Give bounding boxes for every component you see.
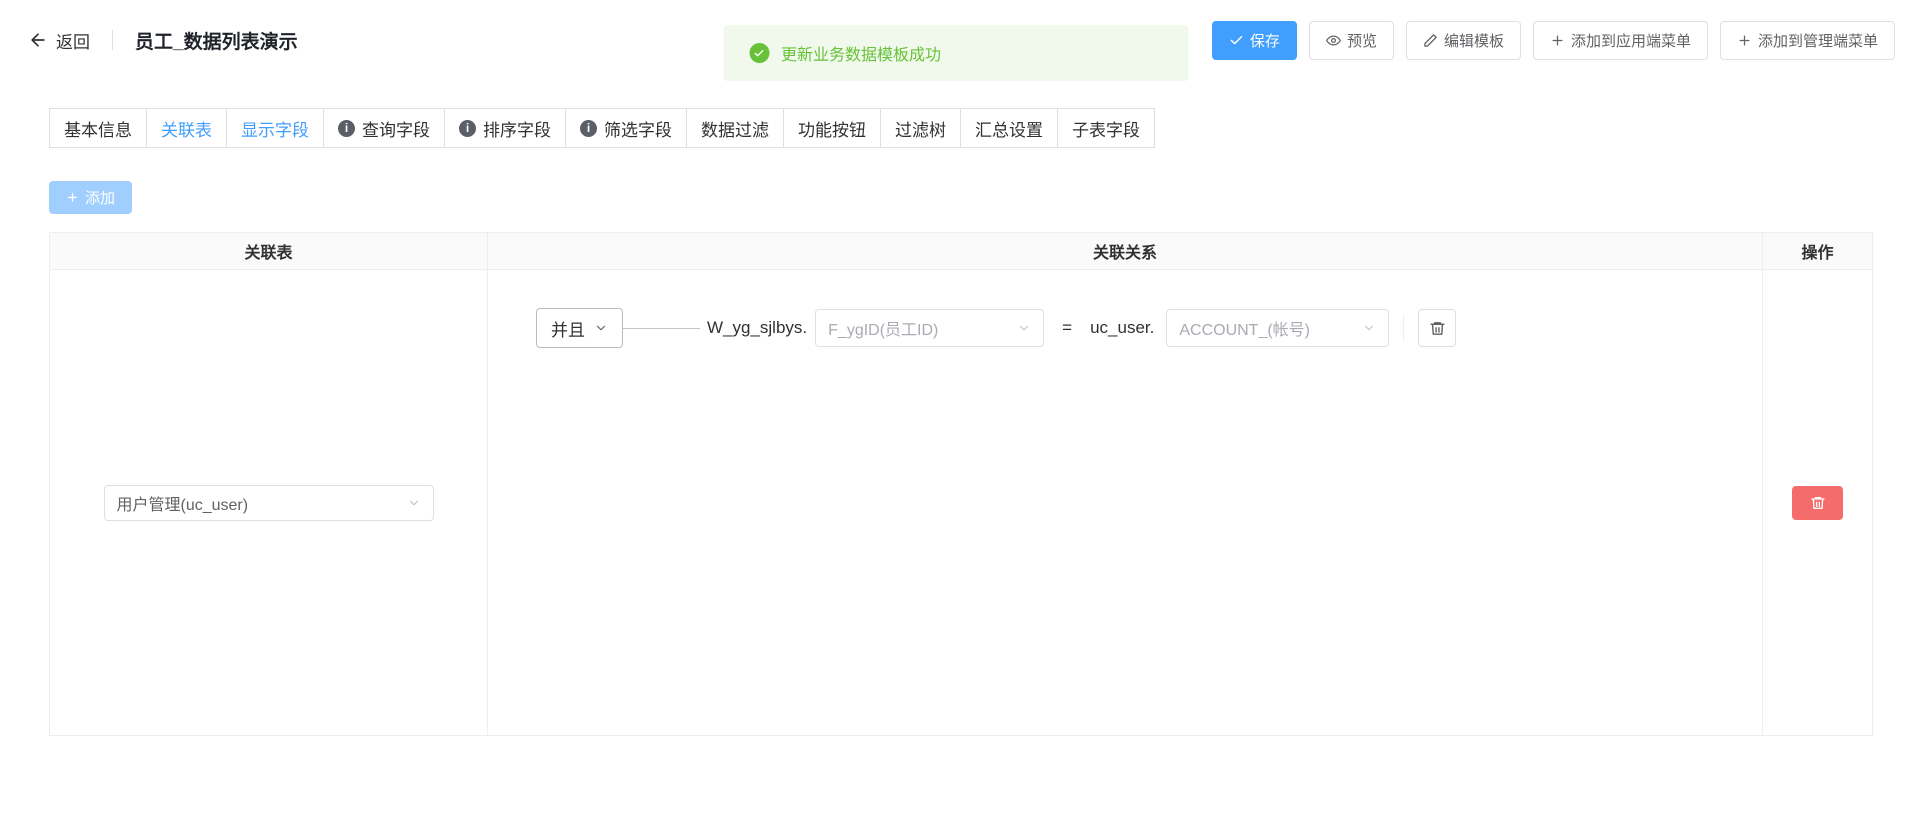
toast-message: 更新业务数据模板成功 <box>781 41 941 65</box>
header-actions: 保存 预览 编辑模板 添加到应用端菜单 添加到管理端菜单 <box>1212 21 1895 60</box>
chevron-down-icon <box>594 321 608 335</box>
chevron-down-icon <box>1362 321 1376 335</box>
save-label: 保存 <box>1250 30 1280 51</box>
preview-button[interactable]: 预览 <box>1309 21 1394 60</box>
tab-label: 关联表 <box>161 116 212 141</box>
tab-label: 基本信息 <box>64 116 132 141</box>
config-tabs: 基本信息 关联表 显示字段 i 查询字段 i 排序字段 i 筛选字段 数据过滤 功能按… <box>49 108 1911 148</box>
left-table-label: W_yg_sjlbys. <box>707 318 807 338</box>
arrow-left-icon <box>28 30 48 50</box>
tab-label: 显示字段 <box>241 116 309 141</box>
edit-template-label: 编辑模板 <box>1444 30 1504 51</box>
tab-label: 筛选字段 <box>604 116 672 141</box>
left-field-select-value: F_ygID(员工ID) <box>828 316 938 340</box>
column-header-relation-table: 关联表 <box>50 233 488 269</box>
relation-condition-cell: 并且 W_yg_sjlbys. F_ygID(员工ID) = <box>488 270 1763 735</box>
add-to-admin-menu-button[interactable]: 添加到管理端菜单 <box>1720 21 1895 60</box>
tab-display-fields[interactable]: 显示字段 <box>226 108 324 148</box>
tab-label: 排序字段 <box>483 116 551 141</box>
tab-label: 过滤树 <box>895 116 946 141</box>
column-header-relation: 关联关系 <box>488 233 1763 269</box>
equals-sign: = <box>1062 318 1072 338</box>
relation-table-select[interactable]: 用户管理(uc_user) <box>104 485 434 521</box>
back-button[interactable]: 返回 <box>28 28 90 53</box>
condition-row: W_yg_sjlbys. F_ygID(员工ID) = uc_user. ACC… <box>707 309 1456 347</box>
tab-function-buttons[interactable]: 功能按钮 <box>783 108 881 148</box>
check-icon <box>1229 33 1244 48</box>
tab-basic-info[interactable]: 基本信息 <box>49 108 147 148</box>
eye-icon <box>1326 33 1341 48</box>
condition-divider <box>1403 314 1404 342</box>
right-field-select[interactable]: ACCOUNT_(帐号) <box>1166 309 1389 347</box>
edit-template-button[interactable]: 编辑模板 <box>1406 21 1521 60</box>
condition-connector-line <box>623 328 700 329</box>
info-icon: i <box>580 120 597 137</box>
tab-relation-table[interactable]: 关联表 <box>146 108 227 148</box>
add-relation-label: 添加 <box>85 187 115 208</box>
relation-table-panel: 添加 关联表 关联关系 操作 用户管理(uc_user) <box>0 148 1911 736</box>
add-to-app-menu-label: 添加到应用端菜单 <box>1571 30 1691 51</box>
chevron-down-icon <box>1017 321 1031 335</box>
tab-label: 查询字段 <box>362 116 430 141</box>
tab-label: 功能按钮 <box>798 116 866 141</box>
column-header-operation: 操作 <box>1763 233 1872 269</box>
logic-operator-select[interactable]: 并且 <box>536 308 623 348</box>
tab-label: 子表字段 <box>1072 116 1140 141</box>
relation-table-select-value: 用户管理(uc_user) <box>117 491 249 515</box>
page-title: 员工_数据列表演示 <box>135 27 298 54</box>
relations-table: 关联表 关联关系 操作 用户管理(uc_user) 并且 <box>49 232 1873 736</box>
add-relation-button[interactable]: 添加 <box>49 181 132 214</box>
trash-icon <box>1810 495 1826 511</box>
back-label: 返回 <box>56 28 90 53</box>
relation-table-cell: 用户管理(uc_user) <box>50 270 488 735</box>
success-check-icon <box>749 43 769 63</box>
pencil-icon <box>1423 33 1438 48</box>
operation-cell <box>1763 270 1872 735</box>
save-button[interactable]: 保存 <box>1212 21 1297 60</box>
tab-label: 数据过滤 <box>701 116 769 141</box>
tab-filter-tree[interactable]: 过滤树 <box>880 108 961 148</box>
success-toast: 更新业务数据模板成功 <box>723 25 1188 81</box>
add-to-admin-menu-label: 添加到管理端菜单 <box>1758 30 1878 51</box>
delete-row-button[interactable] <box>1792 486 1843 520</box>
info-icon: i <box>338 120 355 137</box>
right-table-label: uc_user. <box>1090 318 1154 338</box>
header-divider <box>112 30 113 50</box>
chevron-down-icon <box>407 496 421 510</box>
delete-condition-button[interactable] <box>1418 309 1456 347</box>
tab-filter-fields[interactable]: i 筛选字段 <box>565 108 687 148</box>
preview-label: 预览 <box>1347 30 1377 51</box>
header: 返回 员工_数据列表演示 更新业务数据模板成功 保存 预览 编辑模板 添加到应用… <box>0 0 1911 80</box>
tab-sort-fields[interactable]: i 排序字段 <box>444 108 566 148</box>
right-field-select-value: ACCOUNT_(帐号) <box>1179 316 1310 340</box>
trash-icon <box>1429 320 1446 337</box>
plus-icon <box>1737 33 1752 48</box>
left-field-select[interactable]: F_ygID(员工ID) <box>815 309 1044 347</box>
tab-summary-settings[interactable]: 汇总设置 <box>960 108 1058 148</box>
info-icon: i <box>459 120 476 137</box>
tab-query-fields[interactable]: i 查询字段 <box>323 108 445 148</box>
table-row: 用户管理(uc_user) 并且 W_yg_sjlbys. <box>49 270 1873 736</box>
tab-subtable-fields[interactable]: 子表字段 <box>1057 108 1155 148</box>
plus-icon <box>66 191 79 204</box>
condition-group: 并且 W_yg_sjlbys. F_ygID(员工ID) = <box>536 308 1762 348</box>
logic-operator-value: 并且 <box>551 316 585 341</box>
plus-icon <box>1550 33 1565 48</box>
add-to-app-menu-button[interactable]: 添加到应用端菜单 <box>1533 21 1708 60</box>
tab-data-filter[interactable]: 数据过滤 <box>686 108 784 148</box>
table-header-row: 关联表 关联关系 操作 <box>49 232 1873 270</box>
tab-label: 汇总设置 <box>975 116 1043 141</box>
